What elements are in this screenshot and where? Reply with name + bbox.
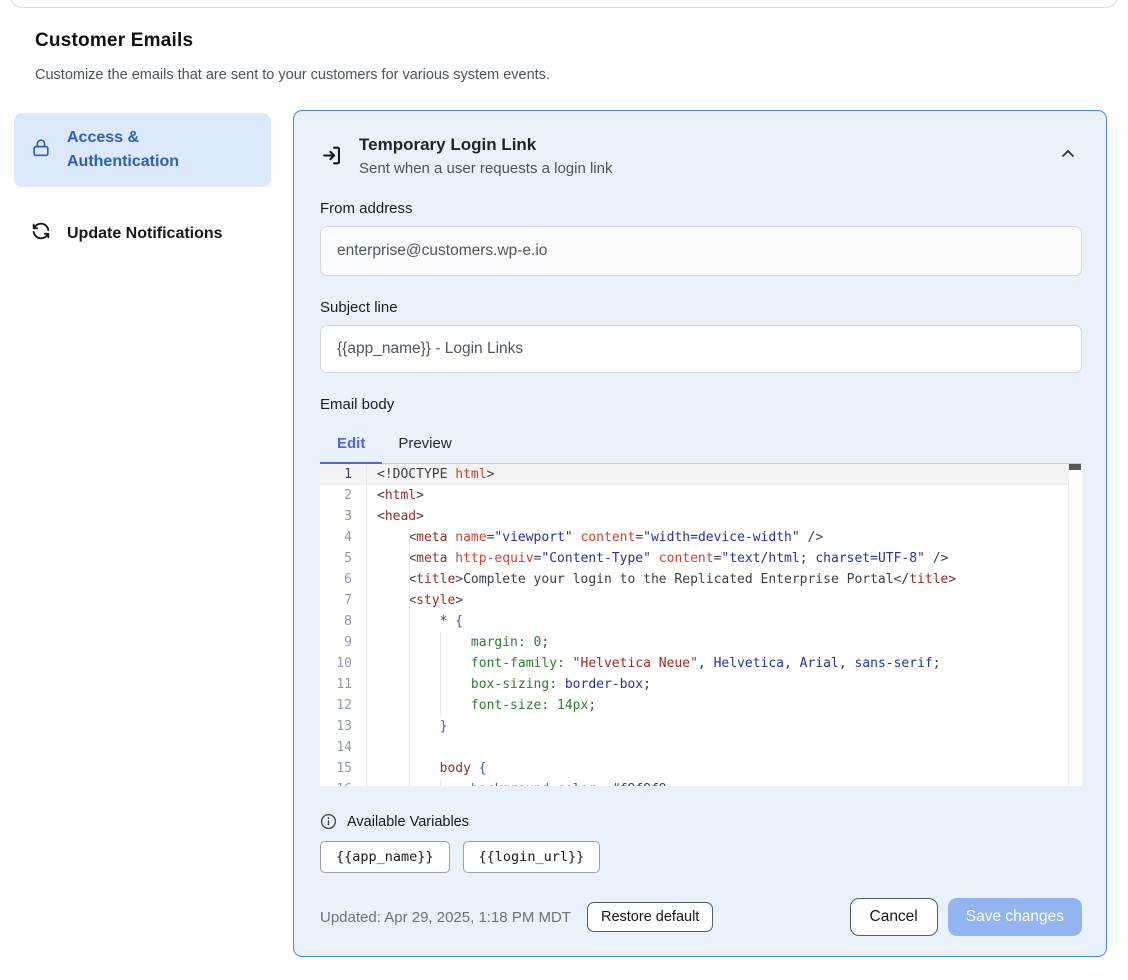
previous-card-edge (10, 0, 1118, 8)
line-number: 12 (320, 695, 367, 716)
cancel-button[interactable]: Cancel (850, 898, 938, 936)
code-line: 12 font-size: 14px; (320, 695, 1068, 716)
code-line: 7 <style> (320, 590, 1068, 611)
sidebar-item-update-notifications[interactable]: Update Notifications (14, 207, 271, 260)
refresh-icon (30, 220, 52, 247)
line-number: 14 (320, 737, 367, 758)
line-number: 3 (320, 506, 367, 527)
updated-timestamp: Updated: Apr 29, 2025, 1:18 PM MDT (320, 909, 571, 926)
indent-guide (409, 527, 410, 786)
editor-scrollbar-thumb[interactable] (1069, 464, 1081, 470)
panel-titles: Temporary Login Link Sent when a user re… (359, 135, 1040, 177)
variable-chips: {{app_name}} {{login_url}} (320, 841, 1082, 873)
tab-edit[interactable]: Edit (320, 427, 382, 463)
line-number: 16 (320, 779, 367, 786)
email-body-tabs: Edit Preview (320, 427, 1082, 464)
code-line: 5 <meta http-equiv="Content-Type" conten… (320, 548, 1068, 569)
collapse-section-button[interactable] (1054, 141, 1082, 168)
line-number: 11 (320, 674, 367, 695)
panel-title: Temporary Login Link (359, 135, 1040, 155)
code-line: 10 font-family: "Helvetica Neue", Helvet… (320, 653, 1068, 674)
from-address-input[interactable] (320, 226, 1082, 276)
panel-header: Temporary Login Link Sent when a user re… (320, 135, 1082, 177)
indent-guide (440, 632, 441, 716)
page-header: Customer Emails Customize the emails tha… (35, 30, 550, 83)
code-line: 3<head> (320, 506, 1068, 527)
code-line: 14 (320, 737, 1068, 758)
line-number: 7 (320, 590, 367, 611)
line-number: 5 (320, 548, 367, 569)
code-line: 11 box-sizing: border-box; (320, 674, 1068, 695)
code-line: 2<html> (320, 485, 1068, 506)
line-number: 15 (320, 758, 367, 779)
sidebar-item-label: Access & Authentication (67, 126, 227, 174)
page-subtitle: Customize the emails that are sent to yo… (35, 67, 550, 83)
available-variables-row: Available Variables (320, 813, 1082, 830)
code-lines: 1<!DOCTYPE html>2<html>3<head>4 <meta na… (320, 464, 1068, 786)
variable-chip-app-name[interactable]: {{app_name}} (320, 841, 450, 873)
code-line: 1<!DOCTYPE html> (320, 464, 1068, 485)
code-line: 4 <meta name="viewport" content="width=d… (320, 527, 1068, 548)
temporary-login-link-panel: Temporary Login Link Sent when a user re… (293, 110, 1107, 957)
line-number: 8 (320, 611, 367, 632)
restore-default-button[interactable]: Restore default (587, 902, 713, 932)
line-number: 13 (320, 716, 367, 737)
save-changes-button[interactable]: Save changes (948, 898, 1082, 936)
line-number: 1 (320, 464, 367, 484)
email-body-label: Email body (320, 396, 1082, 413)
indent-guide (440, 779, 441, 786)
line-number: 2 (320, 485, 367, 506)
code-line: 16 background-color: #f9f9f9; (320, 779, 1068, 786)
panel-footer: Updated: Apr 29, 2025, 1:18 PM MDT Resto… (320, 898, 1082, 936)
code-line: 8 * { (320, 611, 1068, 632)
email-body-code-editor[interactable]: 1<!DOCTYPE html>2<html>3<head>4 <meta na… (320, 464, 1082, 786)
page-title: Customer Emails (35, 30, 550, 52)
sidebar-item-access-authentication[interactable]: Access & Authentication (14, 113, 271, 187)
lock-icon (30, 137, 52, 164)
line-number: 10 (320, 653, 367, 674)
email-types-sidebar: Access & Authentication Update Notificat… (14, 113, 271, 260)
info-icon (320, 813, 337, 830)
editor-scrollbar-track[interactable] (1068, 464, 1082, 786)
code-line: 9 margin: 0; (320, 632, 1068, 653)
line-number: 9 (320, 632, 367, 653)
subject-line-input[interactable] (320, 325, 1082, 373)
code-line: 6 <title>Complete your login to the Repl… (320, 569, 1068, 590)
login-icon (320, 143, 345, 173)
line-number: 6 (320, 569, 367, 590)
sidebar-item-label: Update Notifications (67, 222, 223, 246)
available-variables-label: Available Variables (347, 814, 469, 830)
from-address-label: From address (320, 200, 1082, 217)
tab-preview[interactable]: Preview (382, 427, 467, 463)
code-line: 13 } (320, 716, 1068, 737)
chevron-up-icon (1060, 147, 1076, 162)
panel-subtitle: Sent when a user requests a login link (359, 160, 1040, 177)
code-line: 15 body { (320, 758, 1068, 779)
subject-line-label: Subject line (320, 299, 1082, 316)
variable-chip-login-url[interactable]: {{login_url}} (463, 841, 601, 873)
line-number: 4 (320, 527, 367, 548)
